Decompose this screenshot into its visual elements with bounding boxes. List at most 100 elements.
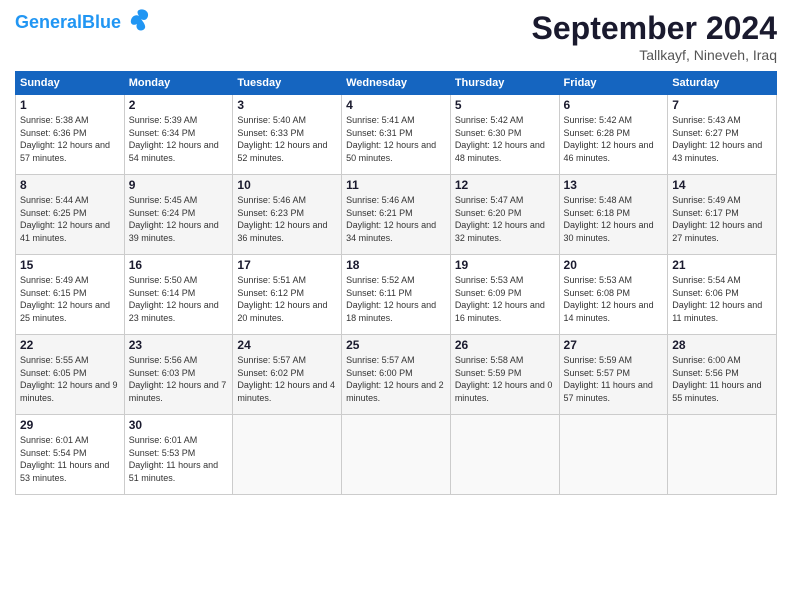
sunset-label: Sunset: 6:06 PM [672,288,739,298]
sunset-label: Sunset: 6:20 PM [455,208,522,218]
day-info: Sunrise: 5:59 AM Sunset: 5:57 PM Dayligh… [564,354,664,404]
sunset-label: Sunset: 6:08 PM [564,288,631,298]
calendar-cell: 18 Sunrise: 5:52 AM Sunset: 6:11 PM Dayl… [342,255,451,335]
sunrise-label: Sunrise: 5:57 AM [346,355,415,365]
calendar-cell: 1 Sunrise: 5:38 AM Sunset: 6:36 PM Dayli… [16,95,125,175]
daylight-label: Daylight: 12 hours and 50 minutes. [346,140,436,163]
calendar-cell: 17 Sunrise: 5:51 AM Sunset: 6:12 PM Dayl… [233,255,342,335]
day-info: Sunrise: 5:42 AM Sunset: 6:28 PM Dayligh… [564,114,664,164]
day-number: 4 [346,98,446,112]
daylight-label: Daylight: 12 hours and 32 minutes. [455,220,545,243]
sunrise-label: Sunrise: 5:42 AM [564,115,633,125]
sunset-label: Sunset: 6:17 PM [672,208,739,218]
calendar-body: 1 Sunrise: 5:38 AM Sunset: 6:36 PM Dayli… [16,95,777,495]
calendar-cell: 19 Sunrise: 5:53 AM Sunset: 6:09 PM Dayl… [450,255,559,335]
sunset-label: Sunset: 6:21 PM [346,208,413,218]
daylight-label: Daylight: 12 hours and 11 minutes. [672,300,762,323]
logo-text: GeneralBlue [15,12,121,33]
day-info: Sunrise: 5:40 AM Sunset: 6:33 PM Dayligh… [237,114,337,164]
sunset-label: Sunset: 6:14 PM [129,288,196,298]
calendar-cell: 30 Sunrise: 6:01 AM Sunset: 5:53 PM Dayl… [124,415,233,495]
day-info: Sunrise: 6:01 AM Sunset: 5:54 PM Dayligh… [20,434,120,484]
logo-blue: Blue [82,12,121,32]
sunrise-label: Sunrise: 5:40 AM [237,115,306,125]
daylight-label: Daylight: 11 hours and 53 minutes. [20,460,109,483]
calendar-cell: 2 Sunrise: 5:39 AM Sunset: 6:34 PM Dayli… [124,95,233,175]
sunrise-label: Sunrise: 5:41 AM [346,115,415,125]
day-info: Sunrise: 5:39 AM Sunset: 6:34 PM Dayligh… [129,114,229,164]
calendar-row: 29 Sunrise: 6:01 AM Sunset: 5:54 PM Dayl… [16,415,777,495]
day-number: 14 [672,178,772,192]
sunrise-label: Sunrise: 5:54 AM [672,275,741,285]
day-number: 7 [672,98,772,112]
calendar-row: 1 Sunrise: 5:38 AM Sunset: 6:36 PM Dayli… [16,95,777,175]
day-number: 12 [455,178,555,192]
daylight-label: Daylight: 12 hours and 43 minutes. [672,140,762,163]
daylight-label: Daylight: 12 hours and 57 minutes. [20,140,110,163]
sunrise-label: Sunrise: 5:45 AM [129,195,198,205]
col-wednesday: Wednesday [342,72,451,95]
day-number: 16 [129,258,229,272]
calendar-cell [233,415,342,495]
col-tuesday: Tuesday [233,72,342,95]
day-info: Sunrise: 5:58 AM Sunset: 5:59 PM Dayligh… [455,354,555,404]
day-info: Sunrise: 6:00 AM Sunset: 5:56 PM Dayligh… [672,354,772,404]
calendar-row: 22 Sunrise: 5:55 AM Sunset: 6:05 PM Dayl… [16,335,777,415]
logo-general: General [15,12,82,32]
sunset-label: Sunset: 6:28 PM [564,128,631,138]
day-number: 3 [237,98,337,112]
day-number: 28 [672,338,772,352]
day-info: Sunrise: 5:46 AM Sunset: 6:23 PM Dayligh… [237,194,337,244]
sunset-label: Sunset: 6:36 PM [20,128,87,138]
day-info: Sunrise: 6:01 AM Sunset: 5:53 PM Dayligh… [129,434,229,484]
day-info: Sunrise: 5:43 AM Sunset: 6:27 PM Dayligh… [672,114,772,164]
calendar-cell: 28 Sunrise: 6:00 AM Sunset: 5:56 PM Dayl… [668,335,777,415]
daylight-label: Daylight: 12 hours and 30 minutes. [564,220,654,243]
day-number: 30 [129,418,229,432]
sunrise-label: Sunrise: 5:55 AM [20,355,89,365]
sunrise-label: Sunrise: 5:53 AM [564,275,633,285]
sunset-label: Sunset: 6:05 PM [20,368,87,378]
calendar-cell: 16 Sunrise: 5:50 AM Sunset: 6:14 PM Dayl… [124,255,233,335]
sunset-label: Sunset: 6:30 PM [455,128,522,138]
sunrise-label: Sunrise: 5:38 AM [20,115,89,125]
daylight-label: Daylight: 12 hours and 2 minutes. [346,380,444,403]
sunrise-label: Sunrise: 5:51 AM [237,275,306,285]
daylight-label: Daylight: 12 hours and 36 minutes. [237,220,327,243]
daylight-label: Daylight: 12 hours and 27 minutes. [672,220,762,243]
calendar-header-row: Sunday Monday Tuesday Wednesday Thursday… [16,72,777,95]
sunrise-label: Sunrise: 5:44 AM [20,195,89,205]
calendar-cell: 23 Sunrise: 5:56 AM Sunset: 6:03 PM Dayl… [124,335,233,415]
col-friday: Friday [559,72,668,95]
day-number: 23 [129,338,229,352]
sunset-label: Sunset: 6:02 PM [237,368,304,378]
col-monday: Monday [124,72,233,95]
daylight-label: Daylight: 12 hours and 41 minutes. [20,220,110,243]
sunset-label: Sunset: 6:12 PM [237,288,304,298]
sunset-label: Sunset: 6:33 PM [237,128,304,138]
sunset-label: Sunset: 6:25 PM [20,208,87,218]
calendar-cell: 12 Sunrise: 5:47 AM Sunset: 6:20 PM Dayl… [450,175,559,255]
day-number: 10 [237,178,337,192]
sunset-label: Sunset: 5:59 PM [455,368,522,378]
day-number: 25 [346,338,446,352]
sunrise-label: Sunrise: 5:58 AM [455,355,524,365]
day-number: 21 [672,258,772,272]
day-info: Sunrise: 5:57 AM Sunset: 6:00 PM Dayligh… [346,354,446,404]
logo-bird-icon [125,6,153,34]
sunset-label: Sunset: 6:27 PM [672,128,739,138]
day-info: Sunrise: 5:45 AM Sunset: 6:24 PM Dayligh… [129,194,229,244]
calendar-row: 15 Sunrise: 5:49 AM Sunset: 6:15 PM Dayl… [16,255,777,335]
day-info: Sunrise: 5:46 AM Sunset: 6:21 PM Dayligh… [346,194,446,244]
sunset-label: Sunset: 6:11 PM [346,288,412,298]
calendar-cell: 29 Sunrise: 6:01 AM Sunset: 5:54 PM Dayl… [16,415,125,495]
daylight-label: Daylight: 11 hours and 51 minutes. [129,460,218,483]
day-info: Sunrise: 5:38 AM Sunset: 6:36 PM Dayligh… [20,114,120,164]
title-block: September 2024 Tallkayf, Nineveh, Iraq [532,10,777,63]
calendar-cell: 3 Sunrise: 5:40 AM Sunset: 6:33 PM Dayli… [233,95,342,175]
sunset-label: Sunset: 6:34 PM [129,128,196,138]
day-info: Sunrise: 5:53 AM Sunset: 6:09 PM Dayligh… [455,274,555,324]
day-number: 5 [455,98,555,112]
calendar-cell: 26 Sunrise: 5:58 AM Sunset: 5:59 PM Dayl… [450,335,559,415]
day-info: Sunrise: 5:54 AM Sunset: 6:06 PM Dayligh… [672,274,772,324]
